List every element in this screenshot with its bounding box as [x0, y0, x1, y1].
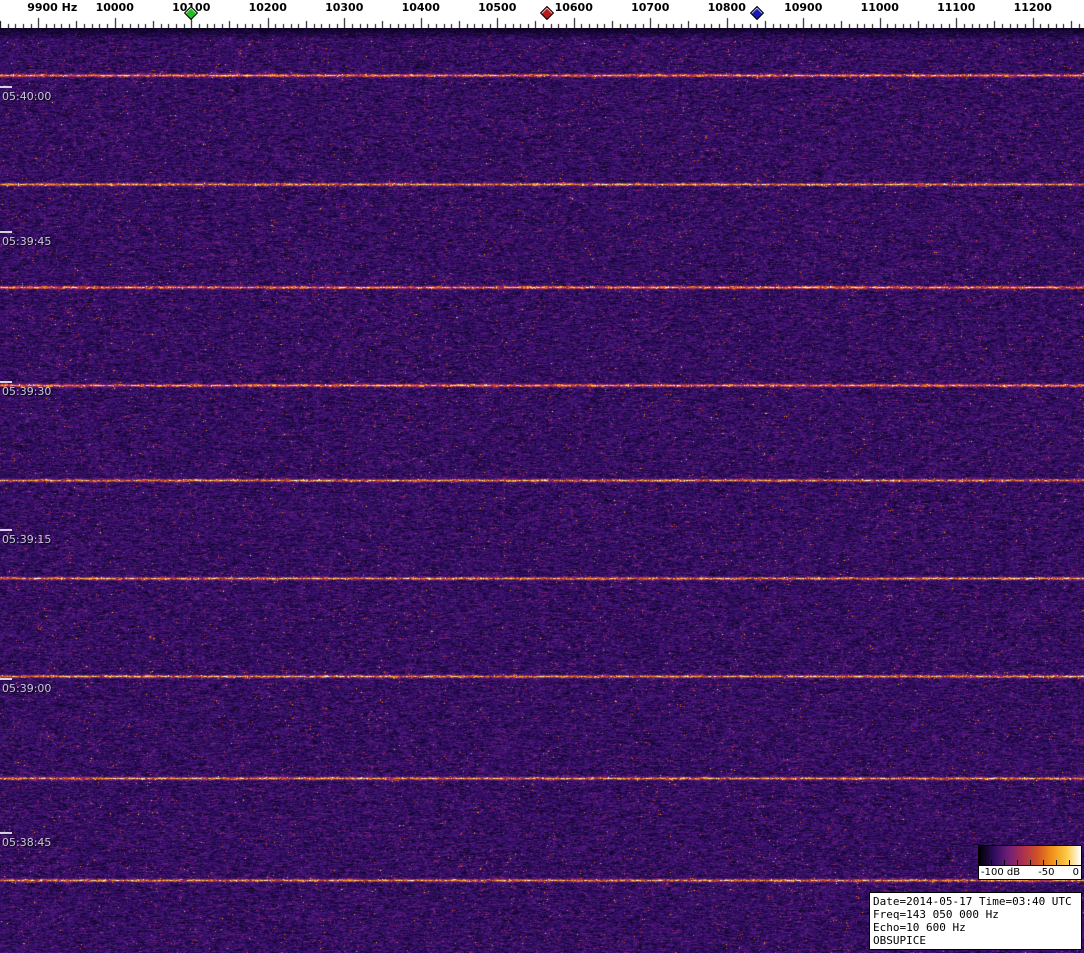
frequency-tick-label: 10700	[631, 1, 670, 14]
frequency-tick-label: 11000	[860, 1, 899, 14]
time-tick	[0, 678, 12, 680]
time-tick	[0, 381, 12, 383]
frequency-ruler[interactable]: 9900 Hz100001010010200103001040010500106…	[0, 0, 1084, 28]
time-tick	[0, 529, 12, 531]
colorbar-labels: -100 dB -50 0	[978, 866, 1082, 880]
info-line: Freq=143 050 000 Hz	[873, 908, 999, 921]
time-tick	[0, 832, 12, 834]
time-tick	[0, 86, 12, 88]
time-tick	[0, 231, 12, 233]
frequency-tick-label: 11200	[1013, 1, 1052, 14]
waterfall-canvas[interactable]	[0, 28, 1084, 953]
colorbar-ticks	[979, 860, 1081, 865]
time-label: 05:39:45	[2, 235, 52, 248]
frequency-tick-label: 10400	[401, 1, 440, 14]
frequency-tick-label: 10800	[707, 1, 746, 14]
frequency-tick-label: 10600	[554, 1, 593, 14]
frequency-tick-label: 10300	[325, 1, 364, 14]
colorbar-min-label: -100 dB	[981, 867, 1021, 878]
frequency-tick-label: 10500	[478, 1, 517, 14]
frequency-tick-label: 9900 Hz	[27, 1, 78, 14]
amplitude-colorbar: -100 dB -50 0	[978, 845, 1082, 880]
info-box: Date=2014-05-17 Time=03:40 UTC Freq=143 0…	[869, 892, 1082, 950]
time-label: 05:39:30	[2, 385, 52, 398]
colorbar-gradient	[978, 845, 1082, 866]
frequency-tick-label: 10200	[248, 1, 287, 14]
time-label: 05:38:45	[2, 836, 52, 849]
info-line: Date=2014-05-17 Time=03:40 UTC	[873, 895, 1072, 908]
frequency-tick-label: 11100	[937, 1, 976, 14]
frequency-tick-label: 10000	[95, 1, 134, 14]
info-line: Echo=10 600 Hz	[873, 921, 966, 934]
colorbar-mid-label: -50	[1038, 867, 1055, 878]
time-label: 05:39:15	[2, 533, 52, 546]
waterfall[interactable]: 05:40:00 05:39:45 05:39:30 05:39:15 05:39:00…	[0, 28, 1084, 953]
time-label: 05:40:00	[2, 90, 52, 103]
colorbar-max-label: 0	[1072, 867, 1079, 878]
spectrum-waterfall-app: 9900 Hz100001010010200103001040010500106…	[0, 0, 1084, 953]
frequency-tick-label: 10900	[784, 1, 823, 14]
time-label: 05:39:00	[2, 682, 52, 695]
info-line: OBSUPICE	[873, 934, 926, 947]
